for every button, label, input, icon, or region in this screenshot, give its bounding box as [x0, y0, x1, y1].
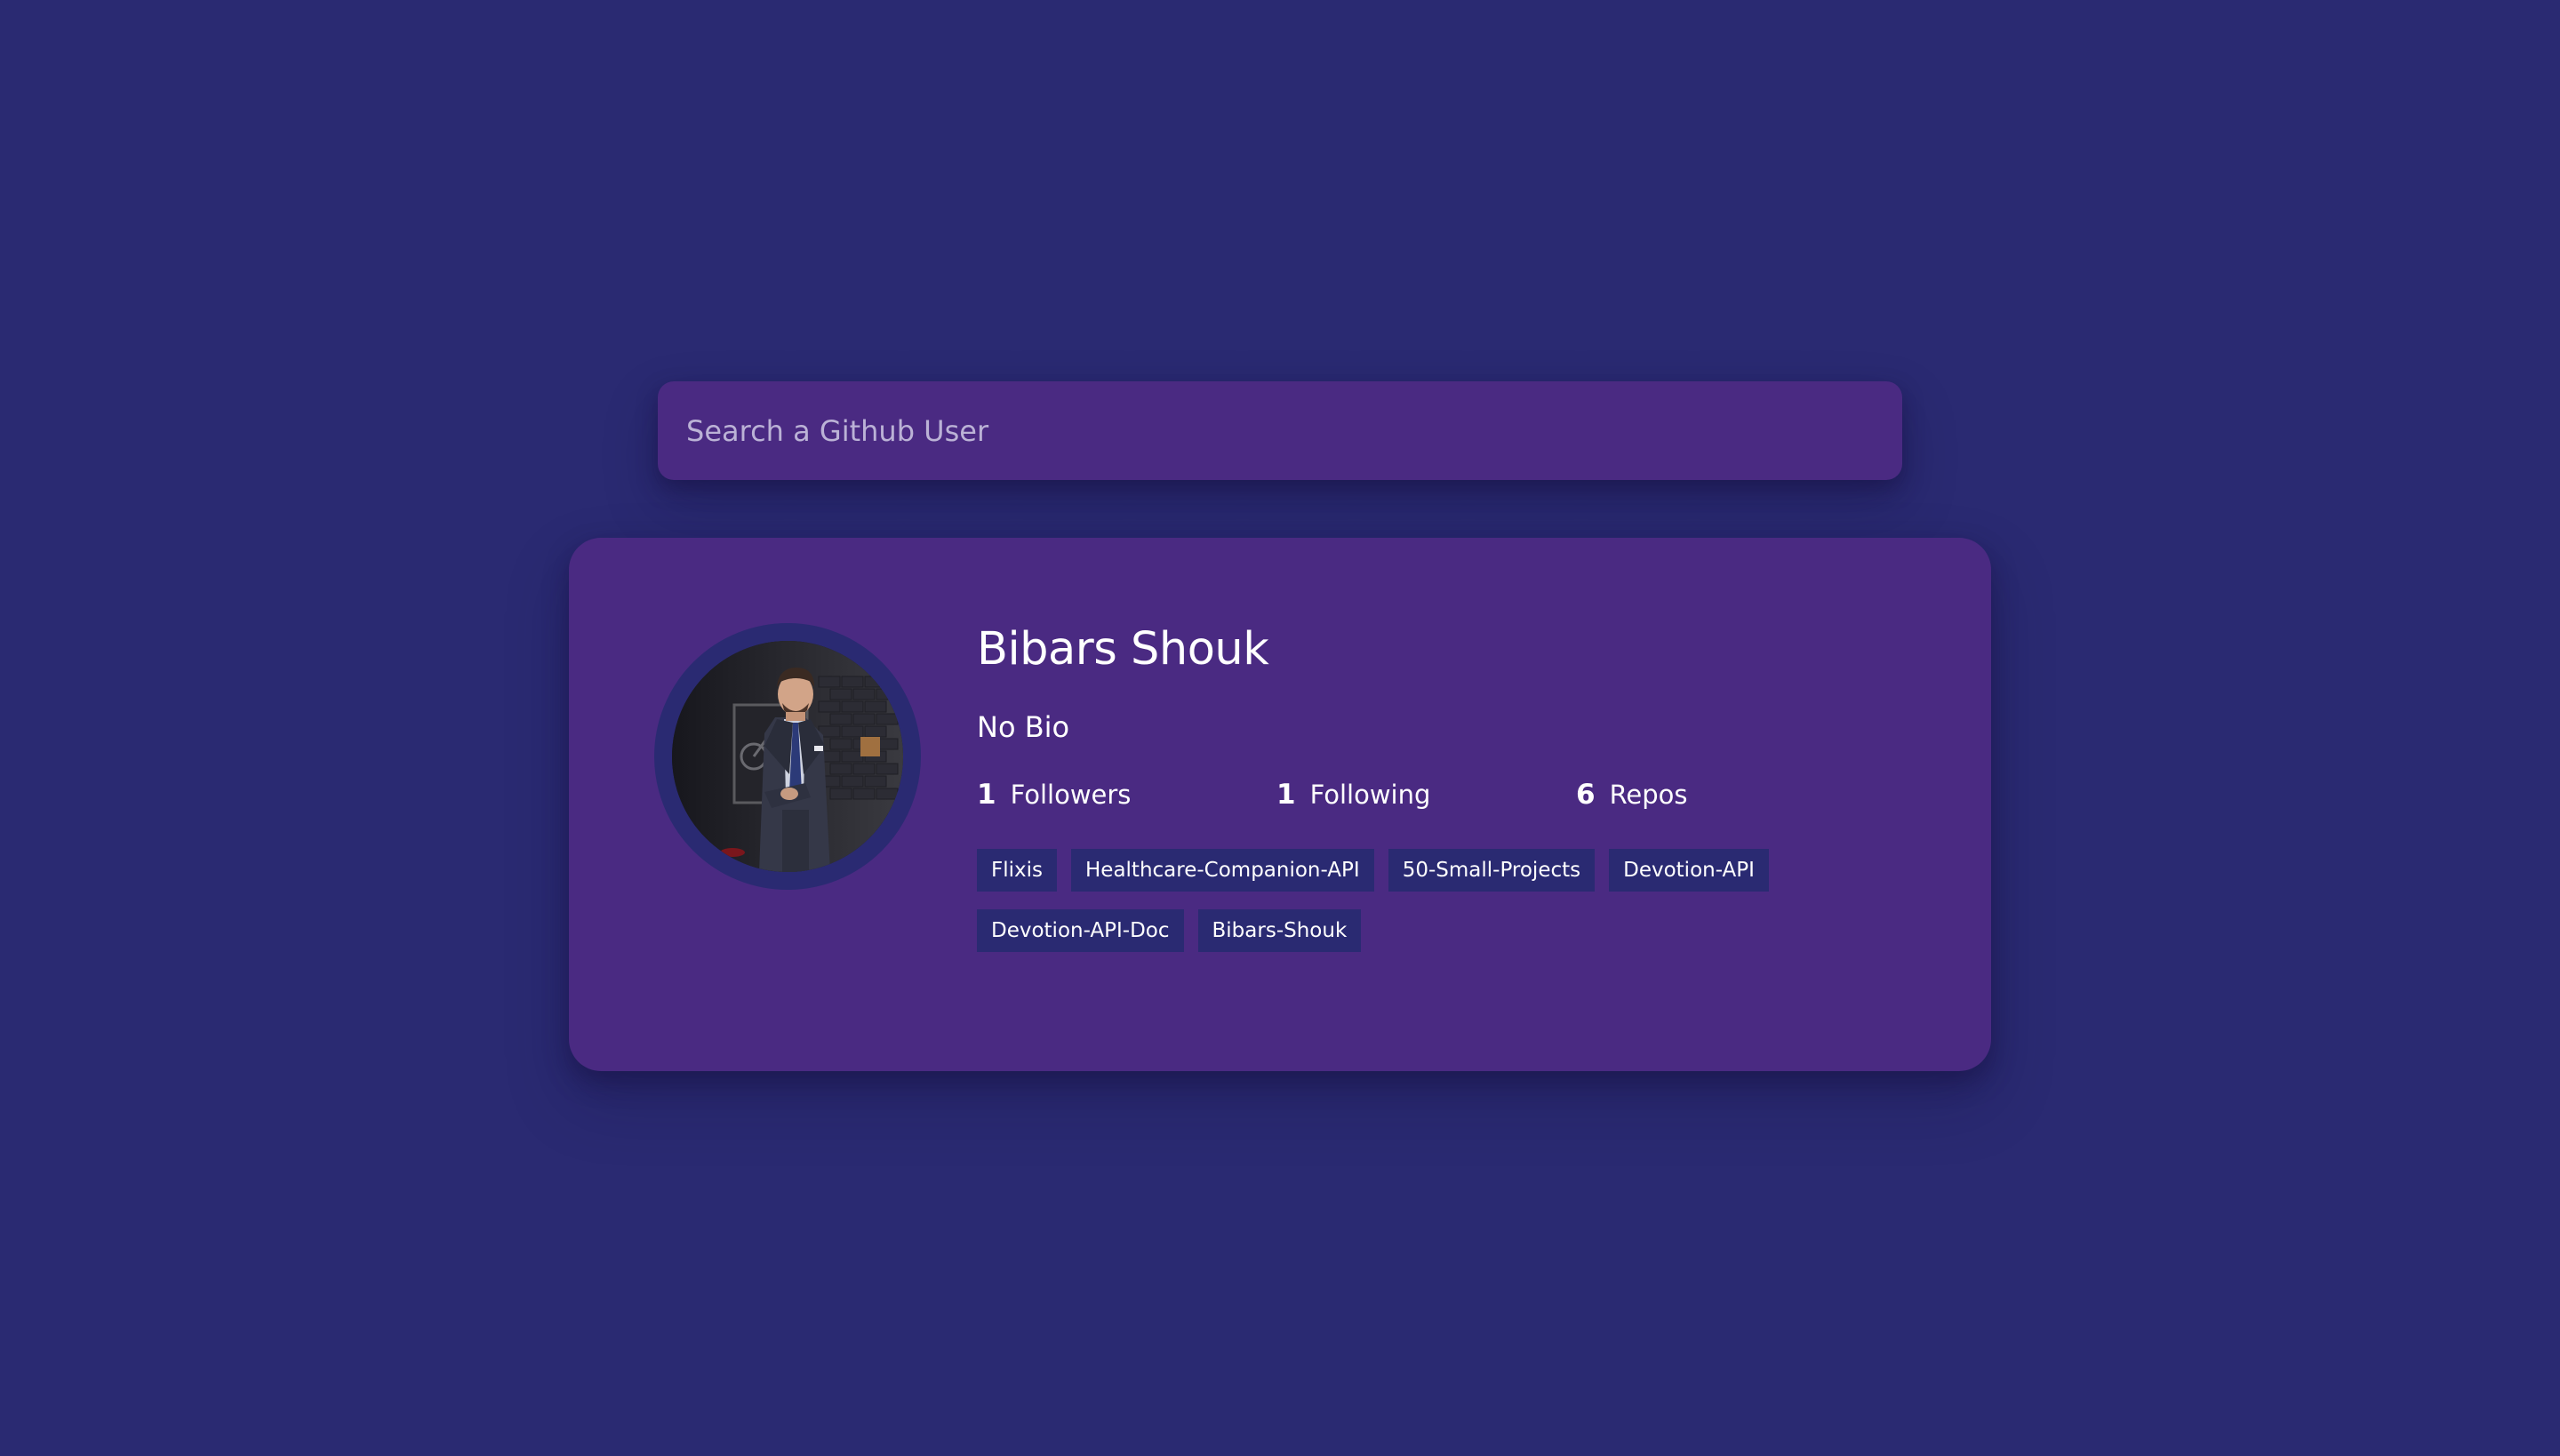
stat-repos: 6 Repos	[1576, 779, 1876, 812]
following-count: 1	[1276, 778, 1296, 811]
repo-link[interactable]: Healthcare-Companion-API	[1071, 848, 1374, 892]
repo-link[interactable]: Flixis	[977, 848, 1057, 892]
profile-card: Bibars Shouk No Bio 1 Followers 1 Follow…	[569, 538, 1991, 1071]
repos-count: 6	[1576, 778, 1596, 811]
repos-label: Repos	[1609, 779, 1688, 810]
repo-link[interactable]: Devotion-API	[1609, 848, 1769, 892]
stats-list: 1 Followers 1 Following 6 Repos	[977, 779, 1919, 812]
repos-list: Flixis Healthcare-Companion-API 50-Small…	[977, 848, 1866, 970]
repo-link[interactable]: Bibars-Shouk	[1197, 908, 1362, 952]
avatar-image	[672, 641, 903, 872]
search-input[interactable]	[658, 381, 1902, 480]
following-label: Following	[1309, 779, 1431, 810]
user-info: Bibars Shouk No Bio 1 Followers 1 Follow…	[977, 622, 1919, 970]
repo-link[interactable]: 50-Small-Projects	[1388, 848, 1596, 892]
followers-label: Followers	[1010, 779, 1132, 810]
user-bio: No Bio	[977, 710, 1070, 745]
followers-count: 1	[977, 778, 996, 811]
stat-followers: 1 Followers	[977, 779, 1276, 812]
repo-link[interactable]: Devotion-API-Doc	[977, 908, 1184, 952]
user-name: Bibars Shouk	[977, 623, 1269, 676]
avatar	[654, 623, 921, 890]
stat-following: 1 Following	[1276, 779, 1576, 812]
search-form	[658, 381, 1902, 480]
